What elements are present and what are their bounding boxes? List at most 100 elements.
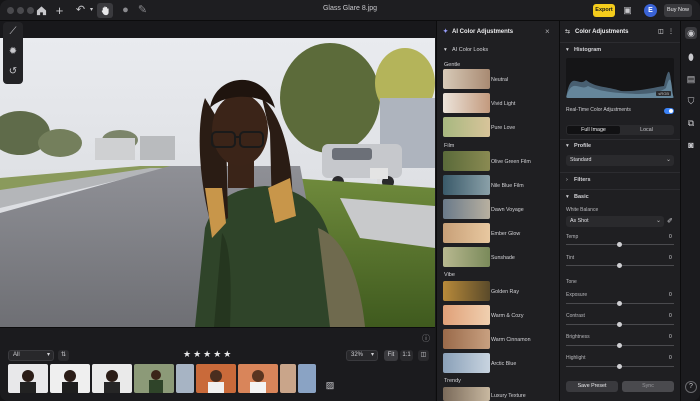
contrast-slider-knob[interactable] [617, 322, 622, 327]
photo-canvas[interactable] [0, 38, 435, 327]
filmstrip-thumb[interactable] [134, 364, 174, 393]
temp-slider-knob[interactable] [617, 242, 622, 247]
tint-label: Tint [566, 255, 575, 261]
image-icon[interactable]: ▨ [324, 380, 336, 391]
export-button[interactable]: Export [593, 4, 615, 17]
realtime-toggle[interactable] [664, 108, 674, 114]
filmstrip-thumb[interactable] [8, 364, 48, 393]
look-thumb[interactable] [443, 247, 490, 267]
look-pure-love[interactable]: Pure Love [491, 125, 515, 131]
white-balance-label: White Balance [566, 207, 599, 213]
ai-panel-title: AI Color Adjustments [452, 29, 514, 35]
ai-enhance-icon[interactable]: ⟋ [7, 26, 19, 38]
look-thumb[interactable] [443, 223, 490, 243]
look-olive-green-film[interactable]: Olive Green Film [491, 159, 531, 165]
white-balance-dropdown[interactable]: As Shot ⌄ [566, 216, 664, 227]
look-vivid-light[interactable]: Vivid Light [491, 101, 515, 107]
filmstrip-thumb[interactable] [280, 364, 296, 393]
filter-options-icon[interactable]: ⇅ [58, 350, 69, 361]
rating-stars[interactable]: ★★★★★ [183, 349, 233, 360]
eyedropper-icon[interactable]: ✐ [667, 217, 673, 225]
look-thumb[interactable] [443, 353, 490, 373]
shirt-icon[interactable]: ⛉ [685, 95, 697, 107]
exposure-value: 0 [669, 292, 672, 298]
tint-slider-knob[interactable] [617, 263, 622, 268]
panel-icon[interactable]: ▤ [685, 73, 697, 85]
filmstrip-thumb[interactable] [298, 364, 316, 393]
group-title-trendy: Trendy [444, 378, 461, 384]
temp-value: 0 [669, 234, 672, 240]
brightness-slider-knob[interactable] [617, 343, 622, 348]
look-warm-cozy[interactable]: Warm & Cozy [491, 313, 523, 319]
buy-now-button[interactable]: Buy Now [664, 4, 692, 17]
brightness-label: Brightness [566, 334, 590, 340]
look-thumb[interactable] [443, 387, 490, 401]
profile-dropdown[interactable]: Standard ⌄ [566, 155, 674, 166]
question-icon[interactable]: ? [685, 381, 697, 393]
chat-icon[interactable]: ◉ [685, 27, 697, 39]
look-thumb[interactable] [443, 175, 490, 195]
filmstrip-thumb[interactable] [92, 364, 132, 393]
info-icon[interactable]: ⓘ [420, 333, 432, 345]
divider [560, 172, 681, 173]
look-arctic-blue[interactable]: Arctic Blue [491, 361, 516, 367]
divider [560, 42, 681, 43]
profile-value: Standard [570, 157, 592, 163]
look-nile-blue-film[interactable]: Nile Blue Film [491, 183, 524, 189]
account-avatar[interactable]: E [644, 4, 657, 17]
look-thumb[interactable] [443, 93, 490, 113]
filmstrip-thumb[interactable] [196, 364, 236, 393]
pin-icon[interactable]: ⬮ [685, 51, 697, 63]
exposure-label: Exposure [566, 292, 588, 298]
one-to-one-button[interactable]: 1:1 [400, 350, 413, 361]
look-neutral[interactable]: Neutral [491, 77, 508, 83]
more-icon[interactable]: ⋮ [668, 28, 674, 35]
profile-title: Profile [574, 143, 592, 149]
filmstrip-thumb[interactable] [238, 364, 278, 393]
filter-dropdown[interactable]: All ▾ [8, 350, 54, 361]
filmstrip-thumb[interactable] [50, 364, 90, 393]
look-thumb[interactable] [443, 151, 490, 171]
compare-icon[interactable]: ◫ [418, 350, 429, 361]
sync-button[interactable]: Sync [622, 381, 674, 392]
history-icon[interactable]: ↺ [7, 66, 19, 78]
look-thumb[interactable] [443, 199, 490, 219]
sun-icon[interactable]: ✹ [7, 46, 19, 58]
look-thumb[interactable] [443, 117, 490, 137]
look-golden-ray[interactable]: Golden Ray [491, 289, 519, 295]
tab-local[interactable]: Local [620, 126, 673, 134]
look-thumb[interactable] [443, 305, 490, 325]
close-icon[interactable]: × [545, 27, 550, 36]
highlight-slider-knob[interactable] [617, 364, 622, 369]
camera-icon[interactable]: ◙ [685, 139, 697, 151]
fit-button[interactable]: Fit [384, 350, 398, 361]
look-ember-glow[interactable]: Ember Glow [491, 231, 520, 237]
collapse-icon[interactable]: ▾ [444, 47, 447, 53]
look-warm-cinnamon[interactable]: Warm Cinnamon [491, 337, 531, 343]
look-thumb[interactable] [443, 69, 490, 89]
group-title-gentle: Gentle [444, 62, 461, 68]
zoom-dropdown[interactable]: 32% ▾ [346, 350, 378, 361]
chevron-down-icon: ⌄ [665, 157, 671, 163]
histogram-badge: sRGB [656, 91, 671, 96]
contrast-label: Contrast [566, 313, 585, 319]
tab-full-image[interactable]: Full Image [567, 126, 620, 134]
collapse-icon[interactable]: ▾ [566, 47, 569, 53]
save-preset-button[interactable]: Save Preset [566, 381, 618, 392]
exposure-slider-knob[interactable] [617, 301, 622, 306]
look-sunshade[interactable]: Sunshade [491, 255, 515, 261]
expand-icon[interactable]: › [566, 177, 568, 183]
look-dawn-voyage[interactable]: Dawn Voyage [491, 207, 524, 213]
save-icon[interactable]: ▣ [620, 3, 635, 18]
look-thumb[interactable] [443, 329, 490, 349]
layout-icon[interactable]: ◫ [658, 28, 664, 35]
chevron-down-icon: ▾ [46, 352, 50, 358]
filmstrip-thumb[interactable] [176, 364, 194, 393]
look-luxury-texture[interactable]: Luxury Texture [491, 393, 526, 399]
look-thumb[interactable] [443, 281, 490, 301]
collapse-icon[interactable]: ▾ [566, 194, 569, 200]
histogram-title: Histogram [574, 47, 602, 53]
realtime-label: Real-Time Color Adjustments [566, 107, 631, 113]
collapse-icon[interactable]: ▾ [566, 143, 569, 149]
crop-icon[interactable]: ⧉ [685, 117, 697, 129]
